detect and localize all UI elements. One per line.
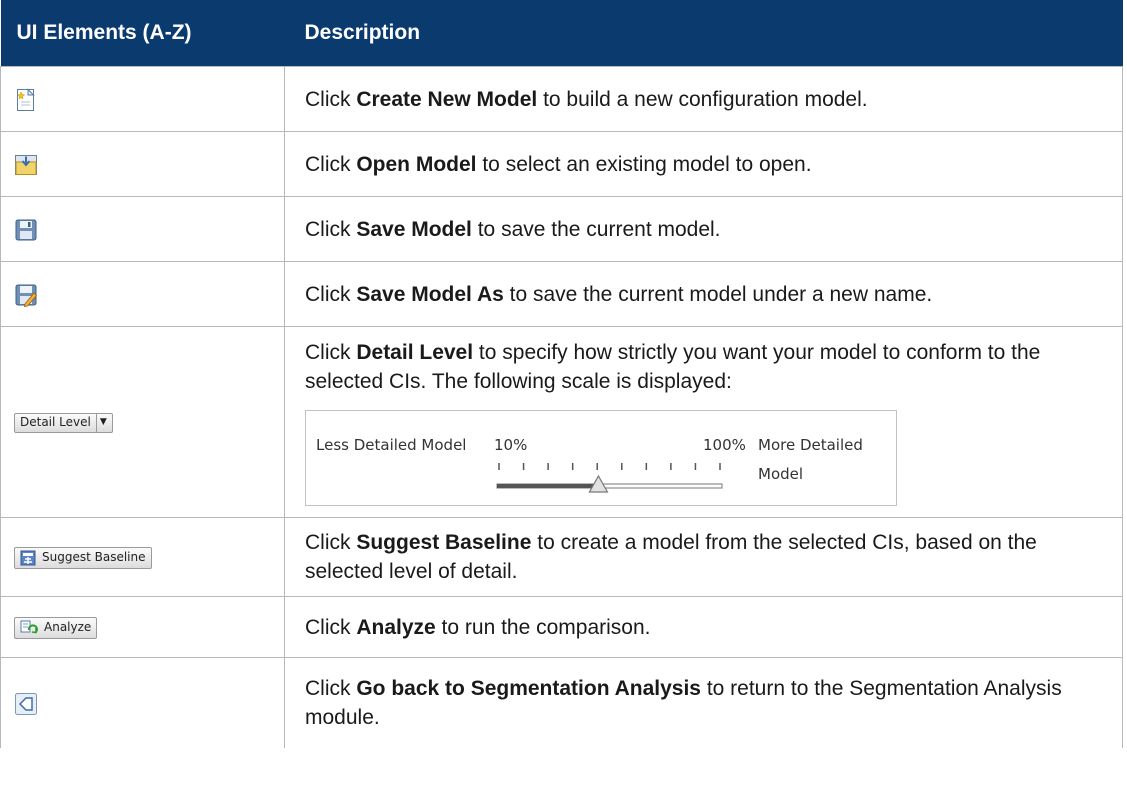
description-prefix: Click: [305, 152, 357, 176]
table-row: Analyze Click Analyze to run the compari…: [0, 596, 1123, 658]
description-cell: Click Create New Model to build a new co…: [284, 66, 1123, 132]
table-row: Click Open Model to select an existing m…: [0, 131, 1123, 197]
table-row: Click Create New Model to build a new co…: [0, 66, 1123, 132]
ui-element-cell: Analyze: [0, 596, 285, 658]
go-back-icon[interactable]: [14, 692, 38, 716]
analyze-icon: [20, 620, 38, 634]
description-cell: Click Suggest Baseline to create a model…: [284, 517, 1123, 597]
ui-element-cell: [0, 66, 285, 132]
description-cell: Click Save Model to save the current mod…: [284, 196, 1123, 262]
description-suffix: to build a new configuration model.: [537, 87, 868, 111]
column-header-description: Description: [284, 0, 1123, 67]
analyze-button[interactable]: Analyze: [14, 616, 98, 639]
description-prefix: Click: [305, 615, 357, 639]
description-prefix: Click: [305, 677, 357, 700]
description-prefix: Click: [305, 217, 357, 241]
ui-element-cell: Suggest Baseline: [0, 517, 285, 597]
ui-element-cell: [0, 196, 285, 262]
table-row: Detail Level ▼ Click Detail Level to spe…: [0, 326, 1123, 518]
description-suffix: to save the current model.: [471, 217, 721, 241]
description-term: Open Model: [356, 152, 477, 176]
description-cell: Click Open Model to select an existing m…: [284, 131, 1123, 197]
detail-level-scale: Less Detailed Model 10% 100% More Detail…: [305, 410, 897, 506]
ui-element-cell: [0, 131, 285, 197]
description-term: Go back to Segmentation Analysis: [356, 677, 701, 700]
analyze-label: Analyze: [44, 620, 92, 635]
description-suffix: to run the comparison.: [435, 615, 651, 639]
description-cell: Click Analyze to run the comparison.: [284, 596, 1123, 658]
suggest-baseline-button[interactable]: Suggest Baseline: [14, 546, 152, 569]
table-header-row: UI Elements (A-Z) Description: [0, 0, 1123, 67]
description-suffix: to select an existing model to open.: [476, 152, 812, 176]
save-model-icon[interactable]: [14, 218, 38, 242]
column-header-ui-elements: UI Elements (A-Z): [0, 0, 285, 67]
open-model-icon[interactable]: [14, 153, 38, 177]
suggest-baseline-icon: [20, 550, 36, 566]
save-model-as-icon[interactable]: [14, 283, 38, 307]
suggest-baseline-label: Suggest Baseline: [42, 550, 146, 565]
description-term: Save Model As: [356, 282, 504, 306]
table-row: Click Save Model to save the current mod…: [0, 196, 1123, 262]
description-cell: Click Save Model As to save the current …: [284, 261, 1123, 327]
description-prefix: Click: [305, 87, 357, 111]
description-prefix: Click: [305, 341, 357, 364]
detail-level-dropdown[interactable]: Detail Level ▼: [14, 412, 113, 433]
description-term: Analyze: [356, 615, 436, 639]
create-new-model-icon[interactable]: [14, 88, 38, 112]
slider-fill: [497, 484, 599, 488]
detail-level-dropdown-label: Detail Level: [20, 415, 91, 430]
chevron-down-icon: ▼: [95, 413, 107, 432]
ui-element-cell: [0, 657, 285, 748]
description-term: Save Model: [356, 217, 472, 241]
description-term: Suggest Baseline: [356, 531, 532, 554]
ui-element-cell: [0, 261, 285, 327]
description-cell: Click Go back to Segmentation Analysis t…: [284, 657, 1123, 748]
table-row: Click Go back to Segmentation Analysis t…: [0, 657, 1123, 748]
description-term: Create New Model: [356, 87, 538, 111]
description-suffix: to save the current model under a new na…: [503, 282, 933, 306]
description-cell: Click Detail Level to specify how strict…: [284, 326, 1123, 518]
ui-elements-table: UI Elements (A-Z) Description Click Crea…: [0, 0, 1123, 748]
description-term: Detail Level: [356, 341, 474, 364]
table-row: Suggest Baseline Click Suggest Baseline …: [0, 517, 1123, 597]
description-prefix: Click: [305, 282, 357, 306]
ui-element-cell: Detail Level ▼: [0, 326, 285, 518]
description-prefix: Click: [305, 531, 357, 554]
detail-level-slider[interactable]: [306, 411, 896, 505]
table-row: Click Save Model As to save the current …: [0, 261, 1123, 327]
